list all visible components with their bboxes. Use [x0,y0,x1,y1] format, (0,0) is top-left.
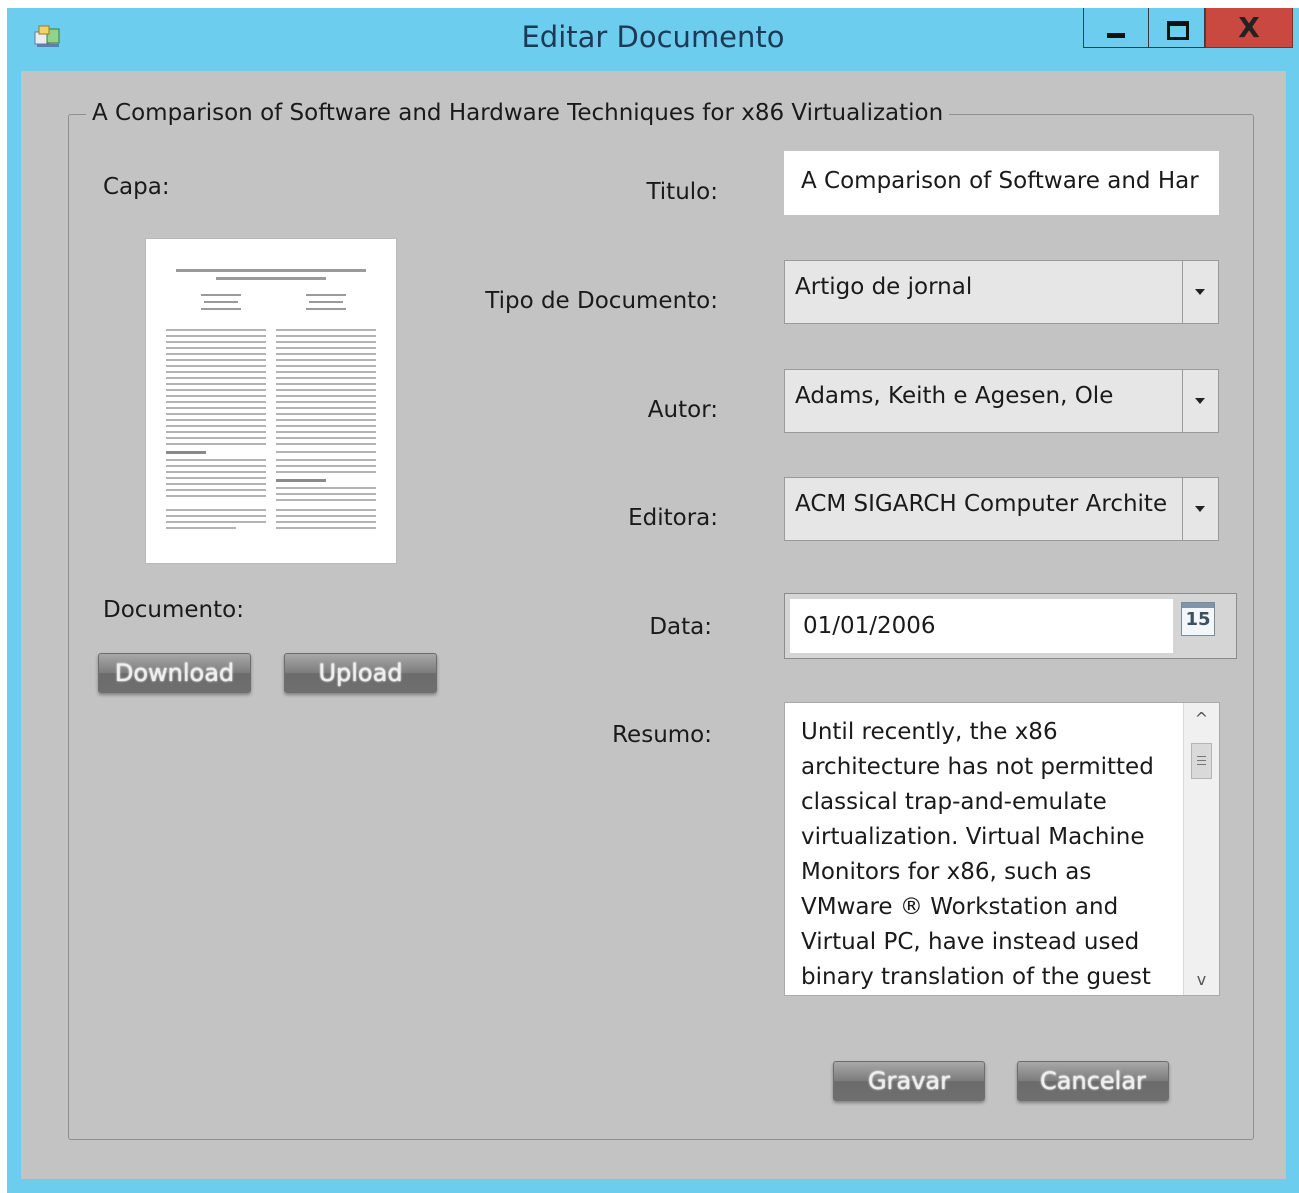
grip-line [1197,756,1206,757]
calendar-header [1182,603,1214,608]
date-picker: 01/01/2006 15 [784,593,1237,659]
publisher-dropdown-button[interactable] [1182,478,1218,540]
close-button[interactable]: X [1205,8,1293,48]
abstract-scrollbar[interactable]: ^ v [1183,703,1219,995]
cancel-button[interactable]: Cancelar [1017,1061,1169,1101]
maximize-icon [1167,21,1189,40]
minimize-icon [1107,33,1125,38]
abstract-label: Resumo: [612,722,712,748]
document-group-header: A Comparison of Software and Hardware Te… [86,100,950,126]
doc-type-label: Tipo de Documento: [485,288,718,314]
author-value: Adams, Keith e Agesen, Ole [795,383,1114,409]
dialog-body: A Comparison of Software and Hardware Te… [21,71,1286,1179]
download-button[interactable]: Download [98,653,251,693]
chevron-down-icon [1195,398,1205,404]
doc-type-dropdown-button[interactable] [1182,261,1218,323]
grip-line [1197,760,1206,761]
doc-type-value: Artigo de jornal [795,274,973,300]
chevron-down-icon [1195,289,1205,295]
calendar-icon[interactable]: 15 [1181,602,1215,636]
maximize-button[interactable] [1149,8,1205,48]
cover-label: Capa: [103,174,170,200]
publisher-value: ACM SIGARCH Computer Archite [795,491,1168,517]
scroll-up-icon[interactable]: ^ [1184,709,1219,728]
document-label: Documento: [103,597,244,623]
date-value: 01/01/2006 [803,613,936,639]
abstract-textarea[interactable]: Until recently, the x86 architecture has… [784,702,1220,996]
publisher-select[interactable]: ACM SIGARCH Computer Archite [784,477,1219,541]
chevron-down-icon [1195,506,1205,512]
title-input[interactable]: A Comparison of Software and Har [784,151,1219,215]
date-input[interactable]: 01/01/2006 [790,599,1173,653]
title-label: Titulo: [646,179,718,205]
scroll-thumb[interactable] [1191,743,1212,779]
calendar-day: 15 [1185,609,1211,630]
close-icon: X [1238,11,1260,44]
upload-button[interactable]: Upload [284,653,437,693]
title-bar[interactable]: Editar Documento X [7,8,1299,70]
save-button[interactable]: Gravar [833,1061,985,1101]
date-label: Data: [649,614,712,640]
author-label: Autor: [647,397,718,423]
author-select[interactable]: Adams, Keith e Agesen, Ole [784,369,1219,433]
editor-window: Editar Documento X A Comparison of Softw… [7,8,1299,1193]
doc-type-select[interactable]: Artigo de jornal [784,260,1219,324]
scroll-down-icon[interactable]: v [1184,970,1219,989]
author-dropdown-button[interactable] [1182,370,1218,432]
title-input-value: A Comparison of Software and Har [801,168,1199,194]
publisher-label: Editora: [628,505,718,531]
grip-line [1197,764,1206,765]
abstract-text: Until recently, the x86 architecture has… [801,719,1154,990]
minimize-button[interactable] [1083,8,1149,48]
